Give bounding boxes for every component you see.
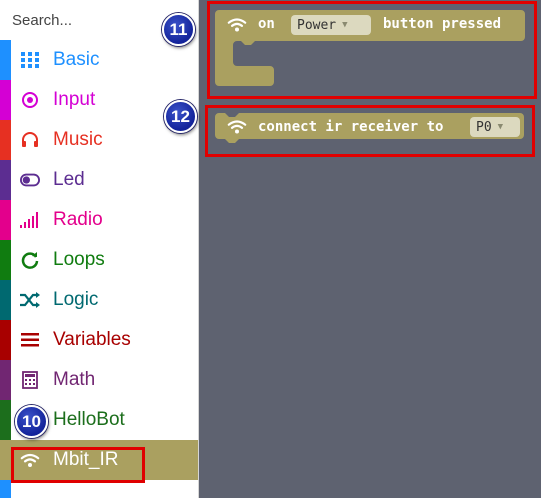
category-label: Led: [53, 169, 85, 190]
category-label: HelloBot: [53, 409, 125, 430]
dropdown-arrow-icon: ▼: [342, 20, 348, 30]
category-partial[interactable]: [0, 480, 198, 498]
category-label: Loops: [53, 249, 105, 270]
grid-icon: [20, 51, 40, 69]
wifi-icon: [20, 451, 40, 469]
pin-dropdown[interactable]: P0 ▼: [470, 117, 520, 137]
step-badge-10: 10: [15, 405, 48, 438]
step-badge-12: 12: [164, 100, 197, 133]
category-label: Logic: [53, 289, 99, 310]
list-icon: [20, 331, 40, 349]
category-variables[interactable]: Variables: [0, 320, 198, 360]
shuffle-icon: [20, 291, 40, 309]
signal-bars-icon: [20, 211, 40, 229]
refresh-icon: [20, 251, 40, 269]
dropdown-value: Power: [297, 17, 337, 33]
category-label: Basic: [53, 49, 100, 70]
dropdown-arrow-icon: ▼: [497, 122, 504, 132]
category-led[interactable]: Led: [0, 160, 198, 200]
search-input[interactable]: [12, 11, 182, 29]
connect-ir-receiver-block[interactable]: connect ir receiver to P0 ▼: [215, 113, 524, 143]
category-loops[interactable]: Loops: [0, 240, 198, 280]
category-label: Math: [53, 369, 96, 390]
category-radio[interactable]: Radio: [0, 200, 198, 240]
headphones-icon: [20, 131, 40, 149]
block-suffix-label: button pressed: [383, 16, 502, 32]
category-mbit-ir[interactable]: Mbit_IR: [0, 440, 198, 480]
category-logic[interactable]: Logic: [0, 280, 198, 320]
category-label: Variables: [53, 329, 131, 350]
category-label: Radio: [53, 209, 103, 230]
block-on-label: on: [258, 16, 275, 32]
block-connect-label: connect ir receiver to: [258, 119, 444, 135]
on-button-pressed-block[interactable]: on Power ▼ button pressed: [215, 10, 525, 88]
target-icon: [20, 91, 40, 109]
toggle-icon: [20, 171, 40, 189]
button-dropdown[interactable]: Power ▼: [291, 15, 371, 35]
category-math[interactable]: Math: [0, 360, 198, 400]
calculator-icon: [20, 371, 40, 389]
step-badge-11: 11: [162, 13, 195, 46]
category-label: Input: [53, 89, 96, 110]
category-basic[interactable]: Basic: [0, 40, 198, 80]
category-label: Mbit_IR: [53, 449, 119, 470]
wifi-icon: [227, 17, 247, 37]
category-label: Music: [53, 129, 103, 150]
wifi-icon: [227, 119, 247, 139]
dropdown-value: P0: [476, 119, 492, 135]
